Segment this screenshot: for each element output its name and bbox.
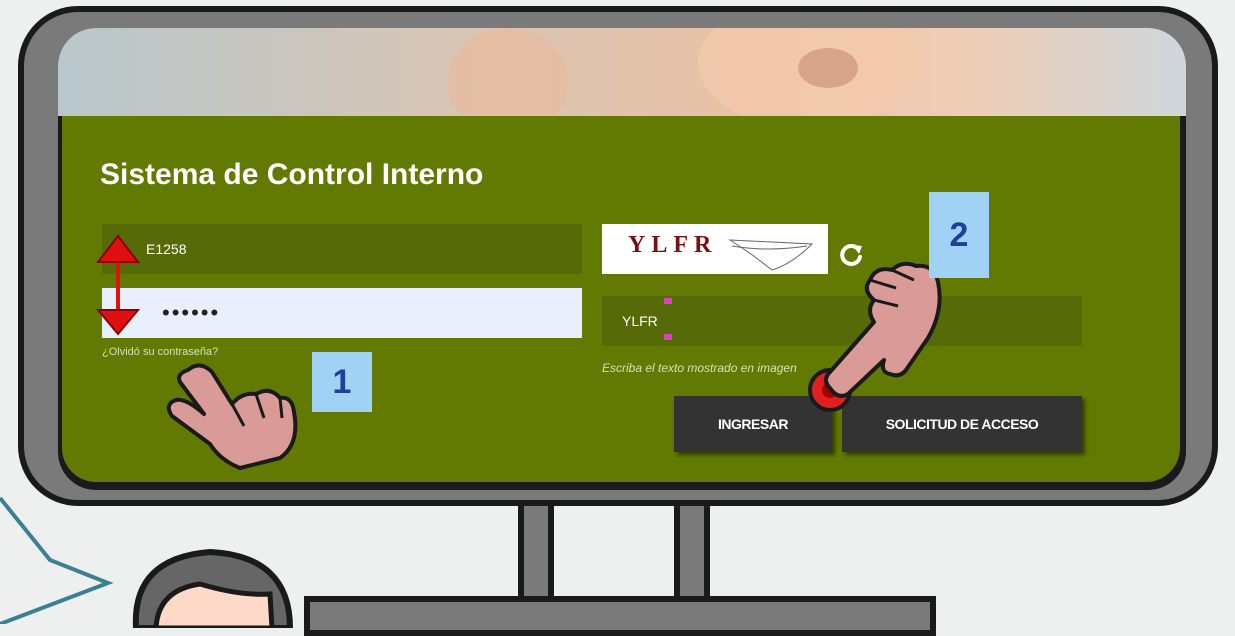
password-value: ••••••: [162, 300, 221, 325]
login-button[interactable]: INGRESAR: [674, 396, 832, 452]
stand-left-post: [518, 500, 554, 608]
refresh-icon[interactable]: [838, 242, 864, 268]
page-title: Sistema de Control Interno: [100, 158, 484, 191]
monitor-screen: Sistema de Control Interno E1258 •••••• …: [58, 28, 1186, 490]
person-avatar: [132, 548, 294, 628]
username-field[interactable]: E1258: [102, 224, 582, 274]
stand-right-post: [674, 500, 710, 608]
password-field[interactable]: ••••••: [102, 288, 582, 338]
header-photo: [58, 28, 1186, 138]
login-panel: Sistema de Control Interno E1258 •••••• …: [62, 116, 1180, 482]
captcha-hint: Escriba el texto mostrado en imagen: [602, 361, 797, 375]
request-access-button[interactable]: SOLICITUD DE ACCESO: [842, 396, 1082, 452]
captcha-input[interactable]: YLFR: [602, 296, 1082, 346]
step-badge-2: 2: [929, 192, 989, 278]
captcha-input-value: YLFR: [622, 313, 658, 329]
stand-base: [304, 596, 936, 636]
forgot-password-link[interactable]: ¿Olvidó su contraseña?: [102, 346, 218, 358]
captcha-image: YLFR: [602, 224, 828, 274]
username-value: E1258: [146, 241, 187, 257]
step-badge-1: 1: [312, 352, 372, 412]
